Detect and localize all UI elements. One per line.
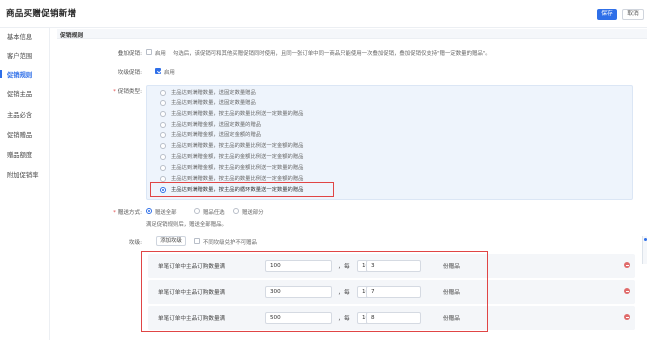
tiered-label: 坎级促销:: [117, 70, 142, 76]
stacking-option-label: 启用: [155, 51, 166, 57]
gift-mode-option-all: 赠送全部: [155, 210, 177, 216]
radio[interactable]: [160, 100, 166, 106]
promo-type-option-label: 主品达到满赠金额，按主品的金额比例送一定金额的赠品: [171, 154, 304, 160]
sidebar: 基本信息 客户范围 促销规则 促销主品 主品必含 促销赠品 赠品额度 附加促销率: [0, 28, 50, 340]
radio[interactable]: [160, 132, 166, 138]
promo-type-option[interactable]: 主品达到满赠数量，按主品的数量比例送一定数量的赠品: [160, 110, 580, 118]
delete-tier-icon[interactable]: [624, 314, 630, 320]
section-title: 促销规则: [60, 33, 84, 39]
tiered-option-label: 启用: [164, 70, 175, 76]
promo-type-option[interactable]: 主品达到满赠金额，送固定数量的赠品: [160, 121, 580, 129]
radio[interactable]: [160, 154, 166, 160]
radio[interactable]: [160, 111, 166, 117]
promo-type-option-label: 主品达到满赠金额，按主品的金额比例送一定数量的赠品: [171, 165, 304, 171]
sidebar-item-gift-products[interactable]: 促销赠品: [7, 130, 32, 139]
delete-tier-icon[interactable]: [624, 288, 630, 294]
promo-type-option-label: 主品达到满赠金额，送固定数量的赠品: [171, 122, 262, 128]
gift-mode-radio-choice[interactable]: [194, 208, 200, 214]
promo-type-option-label: 主品达到满赠数量，按主品的数量比例送一定金额的赠品: [171, 143, 304, 149]
promo-type-option[interactable]: 主品达到满赠金额，按主品的金额比例送一定金额的赠品: [160, 153, 580, 161]
gift-mode-radio-all[interactable]: [146, 208, 152, 214]
add-tier-button[interactable]: 添加坎级: [156, 236, 186, 246]
gift-mode-label: * 赠送方式:: [113, 210, 142, 216]
promo-type-option-label: 主品达到满赠数量，按主品的数量比例送一定数量的赠品: [171, 111, 304, 117]
radio[interactable]: [160, 143, 166, 149]
tier-label: 坎级:: [128, 240, 142, 246]
promo-type-option-label: 主品达到满赠数量，送固定数量赠品: [171, 90, 256, 96]
tier-rows-highlight: [141, 251, 488, 332]
gift-mode-hint: 满足促销规则后，赠送全部赠品。: [146, 222, 227, 228]
promo-type-label-text: 促销类型:: [117, 89, 142, 95]
stacking-checkbox[interactable]: [146, 49, 152, 55]
sidebar-item-required-products[interactable]: 主品必含: [7, 110, 32, 119]
selected-type-highlight: [150, 182, 334, 197]
sidebar-item-main-products[interactable]: 促销主品: [7, 89, 32, 98]
top-bar: 商品买赠促销新增 保存 取消: [0, 0, 647, 28]
gift-mode-label-text: 赠送方式:: [117, 210, 142, 216]
stacking-label: 叠加促销:: [117, 51, 142, 57]
sidebar-item-basic-info[interactable]: 基本信息: [7, 32, 32, 41]
sidebar-item-customer-scope[interactable]: 客户范围: [7, 51, 32, 60]
tier-protect-label: 不同坎级兑护不可赠品: [203, 240, 257, 246]
stacking-description: 勾选后，该促销可和其他买赠促销同时使用，且同一张订单中同一商品只能使用一次叠加促…: [173, 51, 491, 57]
radio[interactable]: [160, 90, 166, 96]
gift-mode-option-partial: 赠送部分: [242, 210, 264, 216]
tier-protect-checkbox[interactable]: [194, 238, 200, 244]
gift-mode-option-choice: 赠品任选: [203, 210, 225, 216]
floating-helper-widget[interactable]: [642, 236, 647, 264]
promo-type-option[interactable]: 主品达到满赠数量，送固定数量赠品: [160, 89, 580, 97]
radio[interactable]: [160, 122, 166, 128]
promo-type-option[interactable]: 主品达到满赠金额，送固定金额的赠品: [160, 131, 580, 139]
page-title: 商品买赠促销新增: [6, 9, 77, 19]
sidebar-item-gift-quota[interactable]: 赠品额度: [7, 150, 32, 159]
save-button[interactable]: 保存: [597, 9, 617, 20]
gift-mode-radio-partial[interactable]: [233, 208, 239, 214]
promo-type-option[interactable]: 主品达到满赠金额，按主品的金额比例送一定数量的赠品: [160, 164, 580, 172]
section-header: [57, 29, 647, 39]
promo-type-option-label: 主品达到满赠金额，送固定金额的赠品: [171, 132, 262, 138]
tiered-checkbox[interactable]: [155, 68, 161, 74]
sidebar-active-indicator: [0, 70, 2, 78]
cancel-button[interactable]: 取消: [622, 9, 644, 20]
sidebar-item-extra-promo-rate[interactable]: 附加促销率: [7, 170, 38, 179]
promo-type-option-label: 主品达到满赠数量，送固定数量赠品: [171, 100, 256, 106]
radio[interactable]: [160, 165, 166, 171]
promo-type-option[interactable]: 主品达到满赠数量，送固定数量赠品: [160, 99, 580, 107]
promo-type-option[interactable]: 主品达到满赠数量，按主品的数量比例送一定金额的赠品: [160, 142, 580, 150]
sidebar-item-promo-rules[interactable]: 促销规则: [7, 70, 32, 79]
delete-tier-icon[interactable]: [624, 262, 630, 268]
promo-type-label: * 促销类型:: [113, 89, 142, 95]
